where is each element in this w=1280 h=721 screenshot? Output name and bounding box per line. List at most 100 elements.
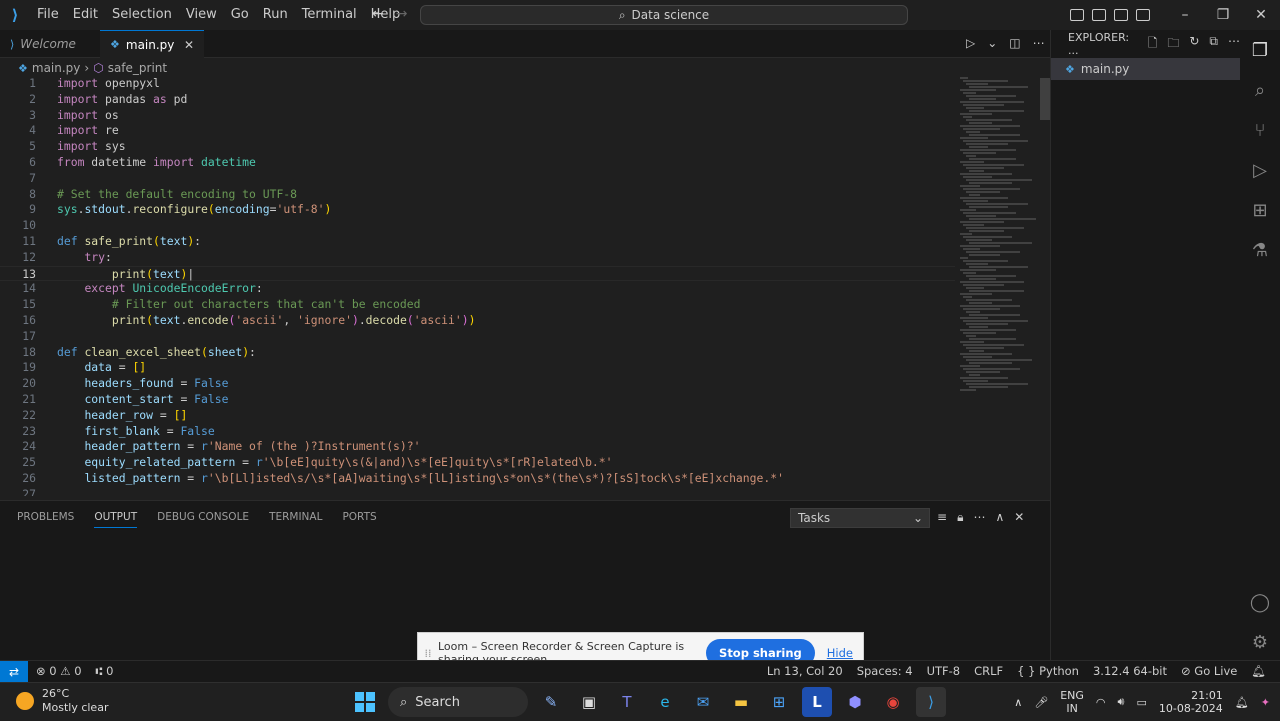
maximize-panel-icon[interactable]: ∧ [995,510,1004,525]
tab-main-py[interactable]: ❖ main.py ✕ [100,30,204,58]
more-actions-icon[interactable]: ⋯ [1033,36,1045,50]
close-window-button[interactable]: ✕ [1242,7,1280,23]
tab-welcome[interactable]: ⟩ Welcome [0,30,100,58]
problems-count[interactable]: ⊗ 0 ⚠ 0 [36,664,82,678]
clear-output-icon[interactable]: ≡ [937,510,947,525]
copilot-icon[interactable]: ✎ [536,687,566,717]
back-arrow-icon[interactable]: ← [372,6,384,22]
menu-run[interactable]: Run [256,0,295,30]
refresh-icon[interactable]: ↻ [1189,34,1199,55]
menu-go[interactable]: Go [224,0,256,30]
close-tab-icon[interactable]: ✕ [184,38,194,52]
menu-file[interactable]: File [30,0,66,30]
ports-count[interactable]: ⑆ 0 [96,664,114,678]
menu-view[interactable]: View [179,0,224,30]
search-icon: ⌕ [618,7,626,22]
tab-problems[interactable]: PROBLEMS [17,511,74,528]
chevron-up-icon[interactable]: ∧ [1014,696,1022,709]
chrome-icon[interactable]: ◉ [878,687,908,717]
customize-layout-icon[interactable] [1136,9,1150,21]
code-line: 10 [0,218,955,234]
lock-icon[interactable]: 🔒︎ [957,510,963,525]
end-of-line[interactable]: CRLF [974,664,1003,678]
volume-icon[interactable]: 🔊︎ [1118,695,1125,709]
source-control-icon[interactable]: ⑂ [1240,110,1280,150]
clock[interactable]: 21:01 10-08-2024 [1159,689,1223,715]
editor-scrollbar[interactable] [1040,78,1050,120]
toggle-sidebar-icon[interactable] [1070,9,1084,21]
app-l-icon[interactable]: L [802,687,832,717]
explorer-icon[interactable]: ❐ [1240,30,1280,70]
code-editor[interactable]: 1 import openpyxl 2 import pandas as pd 3i… [0,76,955,496]
notifications-bell-icon[interactable]: 🔔︎ [1251,664,1266,678]
minimap-line [966,311,980,313]
vpn-app-icon[interactable]: ⬢ [840,687,870,717]
command-center[interactable]: ⌕ Data science [420,5,908,25]
minimap-line [960,317,988,319]
battery-icon[interactable]: ▭ [1136,696,1146,709]
hide-link[interactable]: Hide [827,646,853,660]
settings-gear-icon[interactable]: ⚙ [1240,622,1280,662]
breadcrumb-symbol[interactable]: safe_print [108,61,167,75]
drag-handle-icon[interactable]: ⁞⁞ [418,647,438,660]
output-channel-select[interactable]: Tasks ⌄ [790,508,930,528]
tab-terminal[interactable]: TERMINAL [269,511,322,528]
mail-icon[interactable]: ✉ [688,687,718,717]
file-explorer-icon[interactable]: ▬ [726,687,756,717]
menu-edit[interactable]: Edit [66,0,105,30]
go-live-button[interactable]: ⊘ Go Live [1181,664,1237,678]
weather-widget[interactable]: 26°C Mostly clear [16,687,108,715]
extensions-icon[interactable]: ⊞ [1240,190,1280,230]
menu-selection[interactable]: Selection [105,0,179,30]
forward-arrow-icon[interactable]: → [396,6,408,22]
restore-button[interactable]: ❐ [1204,7,1242,23]
minimap-line [969,182,1012,184]
minimap-line [960,197,1008,199]
tab-debug-console[interactable]: DEBUG CONSOLE [157,511,249,528]
menu-terminal[interactable]: Terminal [295,0,364,30]
chevron-down-icon[interactable]: ⌄ [987,36,997,50]
testing-icon[interactable]: ⚗ [1240,230,1280,270]
microphone-icon[interactable]: 🎤︎ [1034,696,1048,709]
encoding[interactable]: UTF-8 [927,664,961,678]
copilot-tray-icon[interactable]: ✦ [1261,696,1270,709]
python-interpreter[interactable]: 3.12.4 64-bit [1093,664,1167,678]
run-icon[interactable]: ▷ [966,36,975,50]
more-icon[interactable]: ⋯ [1228,34,1240,55]
taskbar-search[interactable]: ⌕ Search [388,687,528,717]
cursor-position[interactable]: Ln 13, Col 20 [767,664,843,678]
notifications-bell-icon[interactable]: 🔔︎ [1235,696,1249,709]
task-view-icon[interactable]: ▣ [574,687,604,717]
status-right: Ln 13, Col 20 Spaces: 4 UTF-8 CRLF { } P… [767,664,1266,678]
more-icon[interactable]: ⋯ [973,510,985,525]
toggle-panel-icon[interactable] [1092,9,1106,21]
collapse-all-icon[interactable]: ⧉ [1209,34,1218,55]
account-icon[interactable]: ◯ [1240,582,1280,622]
new-folder-icon[interactable]: 🗀 [1167,34,1179,55]
windows-start-icon[interactable] [350,687,380,717]
minimize-button[interactable]: – [1166,7,1204,23]
wifi-icon[interactable]: ◠ [1096,696,1106,709]
language-indicator[interactable]: ENG IN [1060,689,1084,715]
minimap-line [969,314,1020,316]
language-mode[interactable]: { } Python [1017,664,1079,678]
remote-indicator-icon[interactable]: ⇄ [0,661,28,683]
close-panel-icon[interactable]: ✕ [1014,510,1024,525]
toggle-secondary-sidebar-icon[interactable] [1114,9,1128,21]
run-debug-icon[interactable]: ▷ [1240,150,1280,190]
breadcrumb-file[interactable]: main.py [32,61,81,75]
edge-browser-icon[interactable]: e [650,687,680,717]
tab-ports[interactable]: PORTS [342,511,376,528]
explorer-item-main-py[interactable]: ❖ main.py [1051,58,1240,80]
minimap[interactable] [960,76,1050,406]
vscode-taskbar-icon[interactable]: ⟩ [916,687,946,717]
minimap-line [960,89,996,91]
new-file-icon[interactable]: 🗋 [1148,34,1158,55]
tab-output[interactable]: OUTPUT [94,511,138,528]
indentation[interactable]: Spaces: 4 [857,664,913,678]
search-icon[interactable]: ⌕ [1240,70,1280,110]
teams-icon[interactable]: T [612,687,642,717]
code-line: 1 import openpyxl [0,76,955,92]
store-icon[interactable]: ⊞ [764,687,794,717]
split-editor-icon[interactable]: ◫ [1009,36,1020,50]
